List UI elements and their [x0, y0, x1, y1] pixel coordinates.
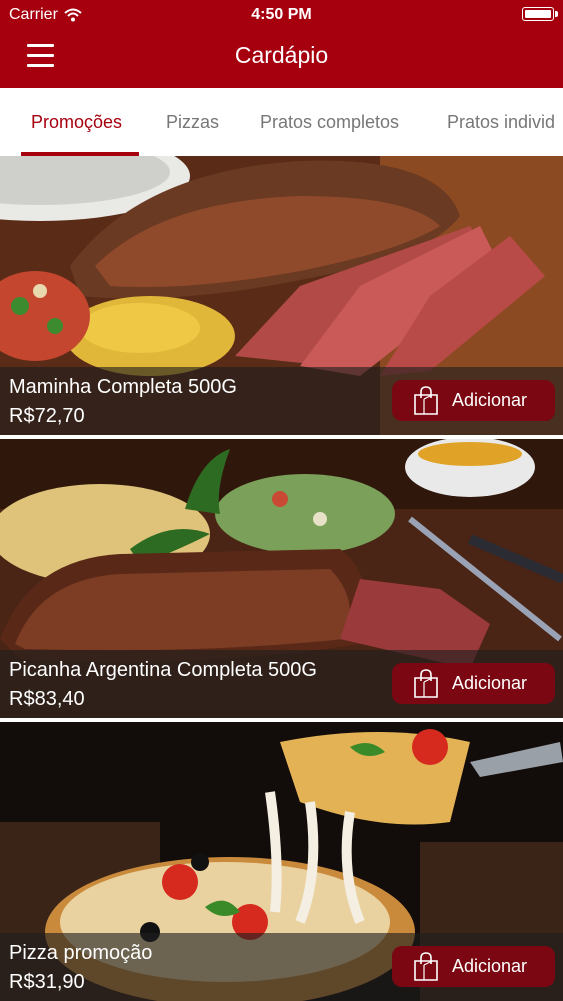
- item-price: R$72,70: [9, 405, 85, 427]
- tab-promocoes[interactable]: Promoções: [31, 112, 122, 133]
- add-button[interactable]: Adicionar: [392, 663, 555, 704]
- tab-pratos-individuais[interactable]: Pratos individ: [447, 112, 555, 133]
- menu-item-card[interactable]: Maminha Completa 500G R$72,70 Adicionar: [0, 156, 563, 435]
- tab-pratos-completos[interactable]: Pratos completos: [260, 112, 399, 133]
- add-button[interactable]: Adicionar: [392, 380, 555, 421]
- status-time: 4:50 PM: [251, 6, 312, 23]
- add-button-label: Adicionar: [452, 673, 528, 693]
- shopping-bag-icon: [414, 385, 438, 415]
- shopping-bag-icon: [414, 951, 438, 981]
- add-button-label: Adicionar: [452, 956, 528, 976]
- add-button[interactable]: Adicionar: [392, 946, 555, 987]
- menu-item-card[interactable]: Picanha Argentina Completa 500G R$83,40 …: [0, 439, 563, 718]
- battery-icon: [522, 7, 558, 21]
- item-name: Maminha Completa 500G: [9, 376, 237, 398]
- category-tabs: Promoções Pizzas Pratos completos Pratos…: [0, 88, 563, 157]
- item-price: R$83,40: [9, 688, 85, 710]
- item-price: R$31,90: [9, 971, 85, 993]
- tab-pizzas[interactable]: Pizzas: [166, 112, 219, 133]
- item-name: Picanha Argentina Completa 500G: [9, 659, 317, 681]
- status-bar: Carrier 4:50 PM: [0, 0, 563, 30]
- menu-item-card[interactable]: Pizza promoção R$31,90 Adicionar: [0, 722, 563, 1001]
- add-button-label: Adicionar: [452, 390, 528, 410]
- item-name: Pizza promoção: [9, 942, 153, 964]
- shopping-bag-icon: [414, 668, 438, 698]
- page-title: Cardápio: [234, 42, 329, 68]
- app-header: Carrier 4:50 PM Cardápio: [0, 0, 563, 88]
